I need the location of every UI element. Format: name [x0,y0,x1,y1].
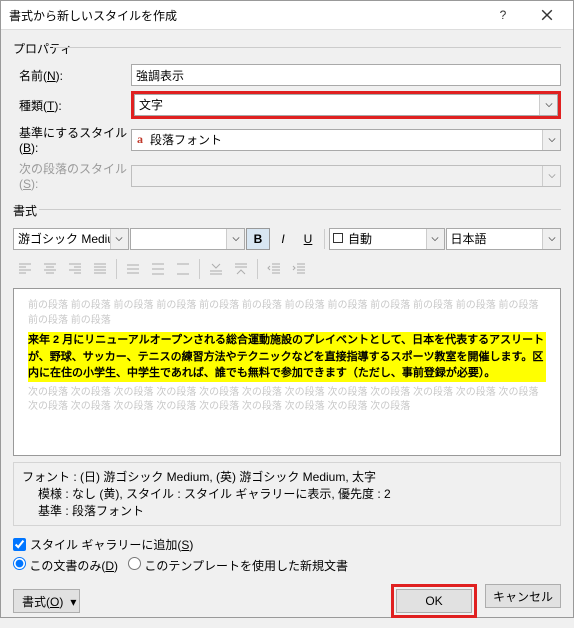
bold-button[interactable]: B [246,228,270,250]
divider [257,259,258,279]
type-select-highlight: 文字 [131,91,561,119]
preview-pane: 前の段落 前の段落 前の段落 前の段落 前の段落 前の段落 前の段落 前の段落 … [13,288,561,456]
divider [324,229,325,249]
linespace-2-icon [171,258,195,280]
radio-doc-only[interactable]: この文書のみ(D) [13,557,118,574]
help-button[interactable]: ? [481,1,525,29]
gallery-label: スタイル ギャラリーに追加(S) [30,536,193,553]
align-left-icon [13,258,37,280]
preview-ghost-before: 前の段落 前の段落 前の段落 前の段落 前の段落 前の段落 前の段落 前の段落 … [28,299,546,328]
chevron-down-icon [110,229,128,249]
space-after-icon [229,258,253,280]
preview-sample-text: 来年 2 月にリニューアルオープンされる総合運動施設のプレイベントとして、日本を… [28,332,546,382]
indent-dec-icon [262,258,286,280]
type-select[interactable]: 文字 [134,94,558,116]
align-center-icon [38,258,62,280]
chevron-down-icon [426,229,444,249]
linespace-1-icon [121,258,145,280]
radio-template[interactable]: このテンプレートを使用した新規文書 [128,557,348,574]
base-select[interactable]: 段落フォント [131,129,561,151]
name-input[interactable] [131,64,561,86]
next-label: 次の段落のスタイル(S): [13,160,131,191]
ok-button[interactable]: OK [396,589,472,613]
next-select [131,165,561,187]
type-label: 種類(T): [13,97,131,114]
chevron-down-icon [542,130,560,150]
name-label: 名前(N): [13,67,131,84]
divider [53,47,561,48]
chevron-down-icon [539,95,557,115]
format-group-label: 書式 [13,204,37,218]
ok-highlight: OK [391,584,477,618]
chevron-down-icon [542,166,560,186]
space-before-icon [204,258,228,280]
chevron-down-icon: ▾ [70,595,76,609]
paragraph-toolbar [13,258,561,280]
window-title: 書式から新しいスタイルを作成 [9,7,481,24]
base-label: 基準にするスタイル(B): [13,124,131,155]
divider [199,259,200,279]
align-justify-icon [88,258,112,280]
font-icon: a [137,132,143,147]
indent-inc-icon [287,258,311,280]
linespace-15-icon [146,258,170,280]
chevron-down-icon [226,229,244,249]
divider [39,209,561,210]
italic-button[interactable]: I [271,228,295,250]
underline-button[interactable]: U [296,228,320,250]
style-description: フォント : (日) 游ゴシック Medium, (英) 游ゴシック Mediu… [13,462,561,526]
color-swatch-icon [333,233,343,243]
titlebar: 書式から新しいスタイルを作成 ? [1,1,573,30]
cancel-button[interactable]: キャンセル [485,584,561,608]
align-right-icon [63,258,87,280]
close-icon [541,9,553,21]
properties-group-label: プロパティ [13,42,72,56]
gallery-checkbox[interactable] [13,538,26,551]
close-button[interactable] [525,1,569,29]
divider [116,259,117,279]
preview-ghost-after: 次の段落 次の段落 次の段落 次の段落 次の段落 次の段落 次の段落 次の段落 … [28,386,546,415]
chevron-down-icon [542,229,560,249]
